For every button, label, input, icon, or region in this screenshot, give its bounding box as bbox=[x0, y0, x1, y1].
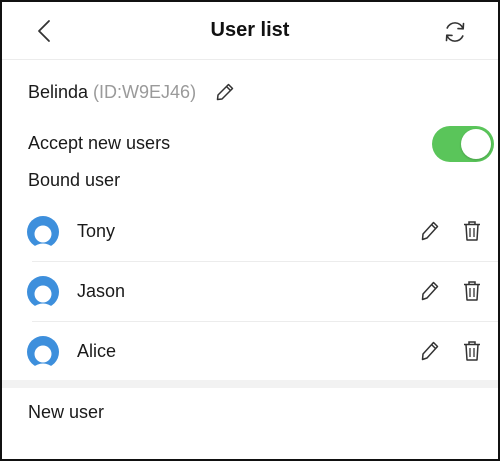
delete-user-button[interactable] bbox=[460, 338, 484, 364]
trash-icon bbox=[464, 221, 480, 241]
toggle-knob bbox=[461, 129, 491, 159]
pencil-icon bbox=[421, 341, 439, 361]
delete-user-button[interactable] bbox=[460, 218, 484, 244]
accept-new-users-toggle[interactable] bbox=[432, 126, 494, 162]
bound-user-heading: Bound user bbox=[28, 170, 121, 190]
user-name: Alice bbox=[77, 341, 117, 361]
accept-new-users-label: Accept new users bbox=[28, 133, 171, 153]
owner-name: Belinda bbox=[28, 81, 89, 102]
edit-owner-button[interactable] bbox=[214, 81, 236, 103]
trash-icon bbox=[464, 281, 480, 301]
user-name: Tony bbox=[77, 221, 116, 241]
pencil-icon bbox=[421, 281, 439, 301]
user-name: Jason bbox=[77, 281, 126, 301]
pencil-icon bbox=[421, 221, 439, 241]
owner-info: Belinda (ID:W9EJ46) bbox=[28, 78, 236, 106]
user-avatar-icon bbox=[27, 276, 59, 308]
user-row[interactable]: Alice bbox=[2, 322, 498, 380]
section-separator bbox=[2, 380, 498, 388]
trash-icon bbox=[464, 341, 480, 361]
pencil-icon bbox=[216, 83, 234, 101]
app-frame: User list Belinda (ID:W9EJ46) Accept new… bbox=[0, 0, 500, 461]
user-row[interactable]: Jason bbox=[2, 262, 498, 320]
header-bar: User list bbox=[2, 2, 498, 60]
owner-id: (ID:W9EJ46) bbox=[93, 81, 197, 102]
user-avatar-icon bbox=[27, 216, 59, 248]
page-title: User list bbox=[210, 19, 290, 41]
refresh-icon bbox=[445, 22, 465, 42]
user-row[interactable]: Tony bbox=[2, 202, 498, 260]
new-user-item[interactable]: New user bbox=[28, 402, 104, 423]
edit-user-button[interactable] bbox=[418, 278, 442, 304]
delete-user-button[interactable] bbox=[460, 278, 484, 304]
user-avatar-icon bbox=[27, 336, 59, 368]
edit-user-button[interactable] bbox=[418, 218, 442, 244]
refresh-button[interactable] bbox=[440, 17, 470, 47]
edit-user-button[interactable] bbox=[418, 338, 442, 364]
